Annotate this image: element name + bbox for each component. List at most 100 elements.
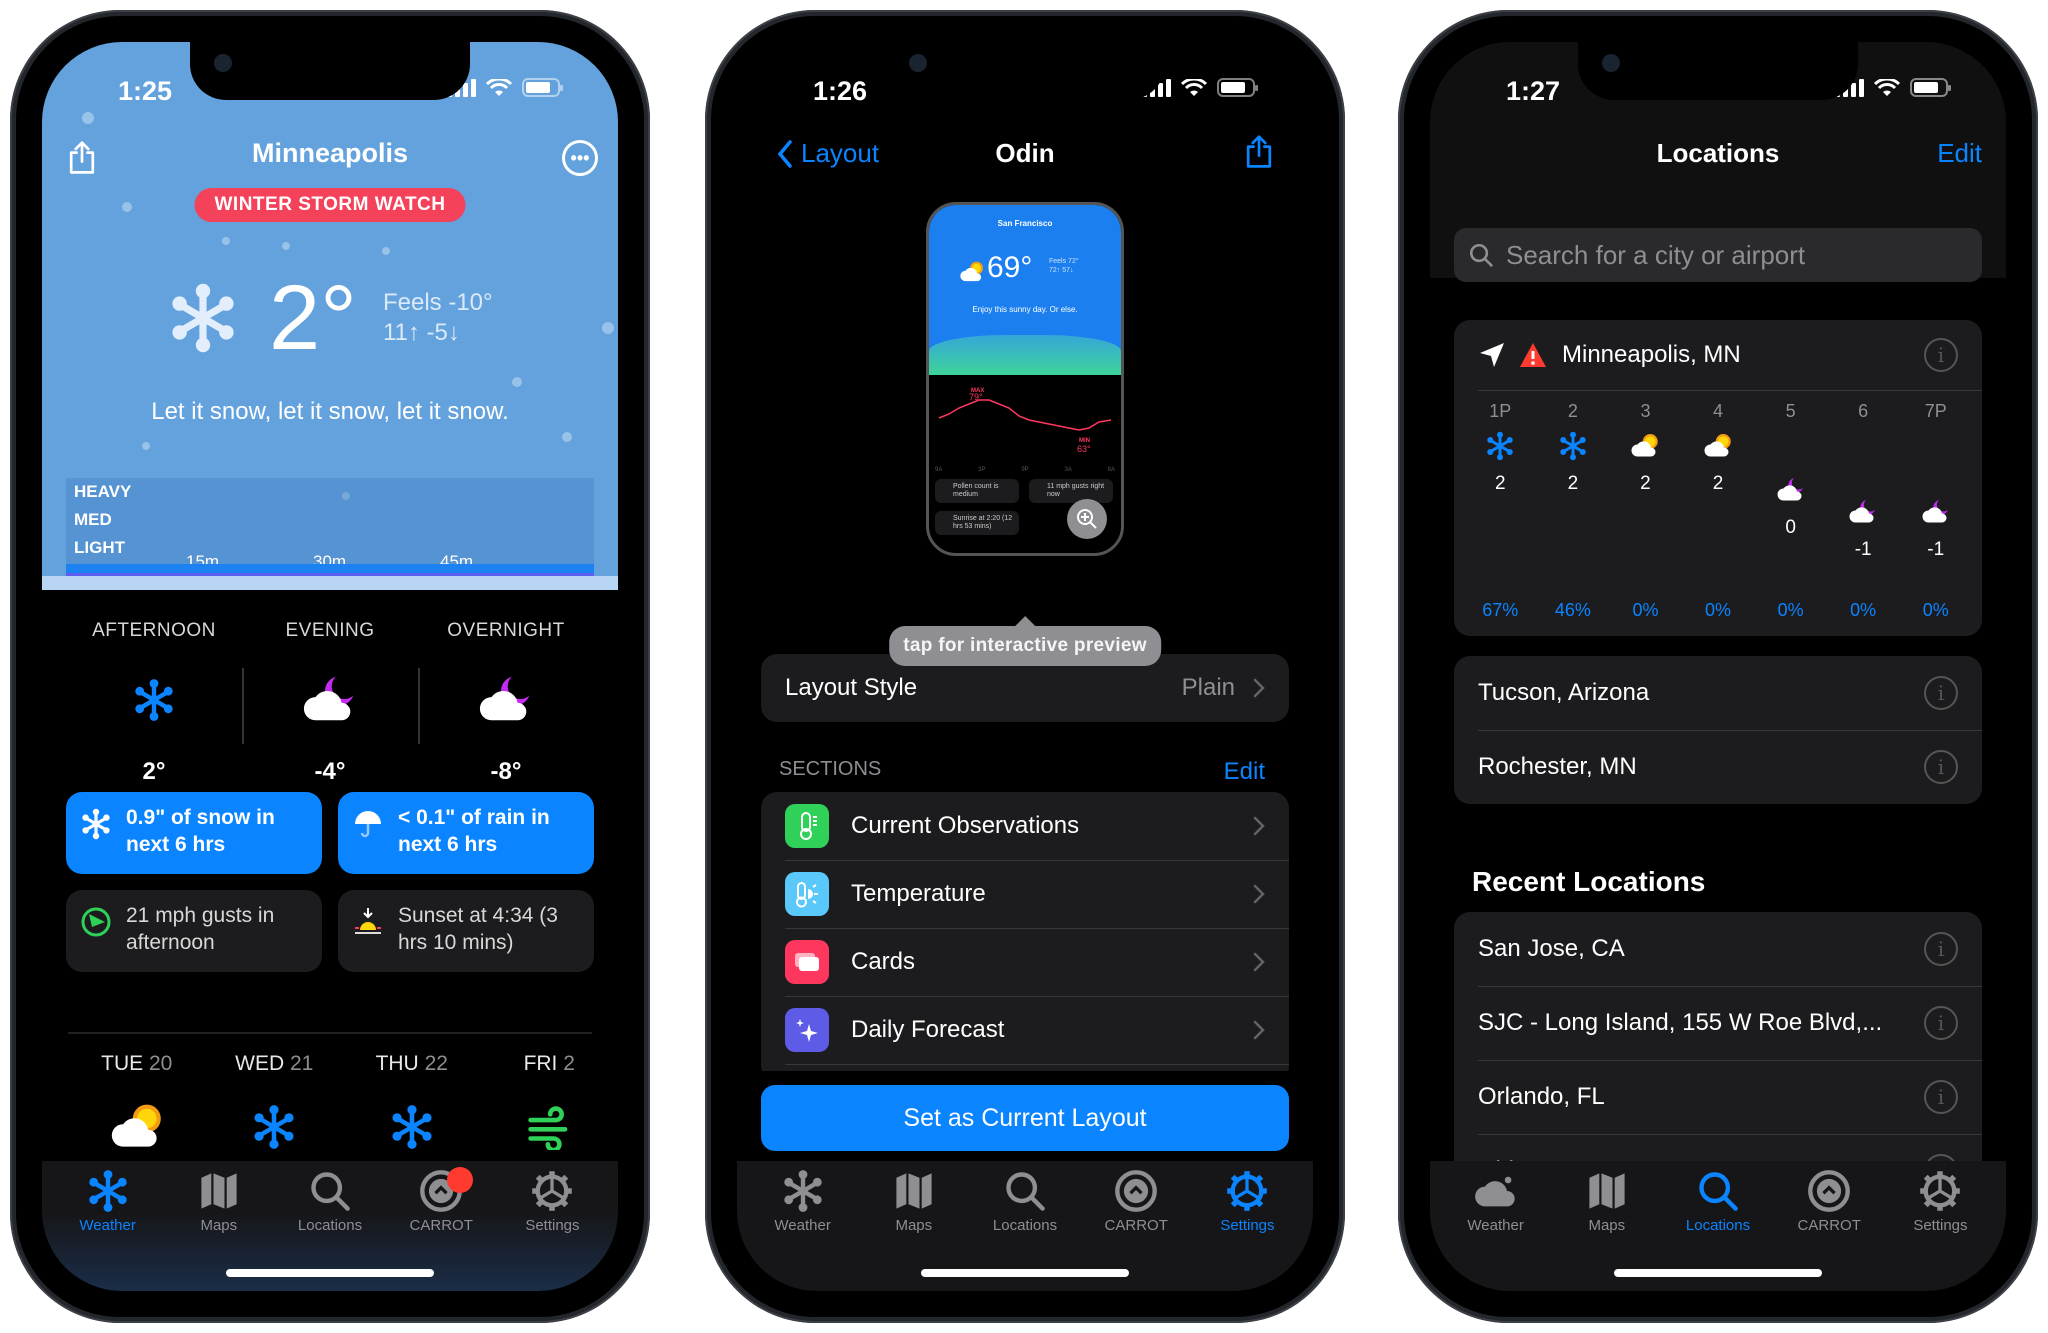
hour-temp: 2: [1567, 473, 1579, 494]
info-icon[interactable]: i: [1924, 1080, 1958, 1114]
location-row[interactable]: Orlando, FL i: [1454, 1060, 1982, 1134]
tab-weather[interactable]: Weather: [747, 1161, 858, 1291]
share-button[interactable]: [1239, 132, 1279, 172]
snowflake-icon: [86, 1169, 130, 1213]
section-temperature[interactable]: Temperature: [761, 860, 1289, 928]
partly-cloudy-icon: [1682, 431, 1755, 461]
sunset-icon: [355, 908, 381, 934]
precip-nowcast[interactable]: HEAVY MED LIGHT 15m 30m 45m: [66, 478, 594, 576]
chevron-right-icon: [1253, 884, 1265, 904]
preview-tagline: Enjoy this sunny day. Or else.: [972, 305, 1078, 314]
sections-edit-button[interactable]: Edit: [1224, 758, 1265, 786]
hour-temp: 0: [1785, 517, 1796, 538]
tab-weather[interactable]: Weather: [1440, 1161, 1551, 1291]
hour-column: 6 -1 0%: [1827, 401, 1900, 621]
period-afternoon: AFTERNOON 2°: [92, 620, 216, 785]
status-time: 1:25: [118, 76, 173, 106]
back-button[interactable]: Layout: [777, 138, 879, 169]
section-current-observations[interactable]: Current Observations: [761, 792, 1289, 860]
day-tue[interactable]: TUE 20: [68, 1052, 206, 1162]
snowflake-icon: [781, 1169, 825, 1213]
min-value: 63°: [1077, 444, 1091, 454]
snowflake-icon: [251, 1104, 297, 1150]
warning-icon: [1520, 343, 1546, 367]
snowflake-icon: [132, 678, 176, 722]
layout-preview[interactable]: San Francisco 69° Feels 72° 72↑ 57↓ Enjoy…: [926, 202, 1124, 556]
current-location-row[interactable]: Minneapolis, MN i: [1454, 320, 1982, 390]
phone-locations: 1:27 Locations Edit Search for a city or…: [1398, 10, 2038, 1323]
sections-list: Current Observations Temperature Cards D…: [761, 792, 1289, 1082]
alert-badge[interactable]: WINTER STORM WATCH: [194, 188, 466, 222]
preview-card-pollen: Pollen count is medium: [935, 479, 1019, 503]
sparkles-icon: [785, 1008, 829, 1052]
info-icon[interactable]: i: [1924, 338, 1958, 372]
precip-bar: [66, 564, 594, 576]
current-temp: 2°: [269, 267, 357, 369]
battery-icon: [522, 78, 563, 97]
snowflake-icon: [80, 808, 112, 840]
search-icon: [1696, 1169, 1740, 1213]
layout-style-value: Plain: [1181, 674, 1235, 701]
notch: [885, 42, 1165, 100]
preview-axis: 9A 3P 9P 3A 8A: [935, 467, 1115, 473]
location-row[interactable]: SJC - Long Island, 155 W Roe Blvd,... i: [1454, 986, 1982, 1060]
info-icon[interactable]: i: [1924, 750, 1958, 784]
hour-precip: 0%: [1632, 600, 1659, 620]
info-icon[interactable]: i: [1924, 676, 1958, 710]
zoom-preview-button[interactable]: [1067, 499, 1107, 539]
sections-header: SECTIONS: [779, 758, 882, 780]
day-thu[interactable]: THU 22: [343, 1052, 481, 1162]
chevron-right-icon: [1253, 678, 1265, 698]
cloud-moon-icon: [1827, 497, 1900, 527]
period-evening: EVENING -4°: [242, 620, 418, 786]
section-daily-forecast[interactable]: Daily Forecast: [761, 996, 1289, 1064]
saved-locations: Tucson, Arizona i Rochester, MN i: [1454, 656, 1982, 804]
snowflake-icon: [1464, 431, 1537, 461]
card-gusts[interactable]: 21 mph gusts in afternoon: [66, 890, 322, 972]
day-fri[interactable]: FRI 2: [481, 1052, 619, 1162]
map-icon: [197, 1169, 241, 1213]
notch: [1578, 42, 1858, 100]
set-current-layout-button[interactable]: Set as Current Layout: [761, 1085, 1289, 1151]
current-location-card[interactable]: Minneapolis, MN i 1P 2 67% 2 2 46% 3 2 0% 4 2 0% 5 0 0…: [1454, 320, 1982, 636]
edit-button[interactable]: Edit: [1937, 138, 1982, 169]
hour-label: 1P: [1489, 401, 1512, 421]
chevron-right-icon: [1253, 952, 1265, 972]
tab-settings[interactable]: Settings: [497, 1161, 608, 1291]
hour-temp: 2: [1495, 473, 1506, 494]
info-icon[interactable]: i: [1924, 1006, 1958, 1040]
preview-city: San Francisco: [997, 219, 1053, 228]
info-icon[interactable]: i: [1924, 932, 1958, 966]
location-row[interactable]: Tucson, Arizona i: [1454, 656, 1982, 730]
day-wed[interactable]: WED 21: [206, 1052, 344, 1162]
location-row[interactable]: Rochester, MN i: [1454, 730, 1982, 804]
card-rain[interactable]: < 0.1" of rain in next 6 hrs: [338, 792, 594, 874]
home-indicator: [226, 1269, 434, 1277]
period-overnight: OVERNIGHT -8°: [418, 620, 594, 786]
tab-weather[interactable]: Weather: [52, 1161, 163, 1291]
card-sunset[interactable]: Sunset at 4:34 (3 hrs 10 mins): [338, 890, 594, 972]
search-input[interactable]: Search for a city or airport: [1454, 228, 1982, 282]
chevron-right-icon: [1253, 1020, 1265, 1040]
section-cards[interactable]: Cards: [761, 928, 1289, 996]
notification-badge: [447, 1167, 474, 1193]
gear-icon: [530, 1169, 574, 1213]
location-row[interactable]: San Jose, CA i: [1454, 912, 1982, 986]
tab-settings[interactable]: Settings: [1885, 1161, 1996, 1291]
snowflake-icon: [167, 282, 239, 354]
hour-label: 7P: [1924, 401, 1947, 421]
cards-icon: [785, 940, 829, 984]
current-conditions: 2° Feels -10° 11↑ -5↓: [167, 272, 493, 364]
partly-cloudy-icon: [1609, 431, 1682, 461]
status-time: 1:27: [1506, 76, 1561, 106]
tab-settings[interactable]: Settings: [1192, 1161, 1303, 1291]
hour-precip: 0%: [1777, 600, 1804, 620]
search-placeholder: Search for a city or airport: [1506, 239, 1806, 270]
card-snow[interactable]: 0.9" of snow in next 6 hrs: [66, 792, 322, 874]
wind-gust-icon: [81, 907, 111, 937]
chevron-left-icon: [777, 139, 792, 168]
chevron-right-icon: [1253, 816, 1265, 836]
hour-label: 5: [1785, 401, 1796, 421]
partly-cloudy-icon: [109, 1099, 165, 1155]
temp-line: [938, 399, 1112, 431]
